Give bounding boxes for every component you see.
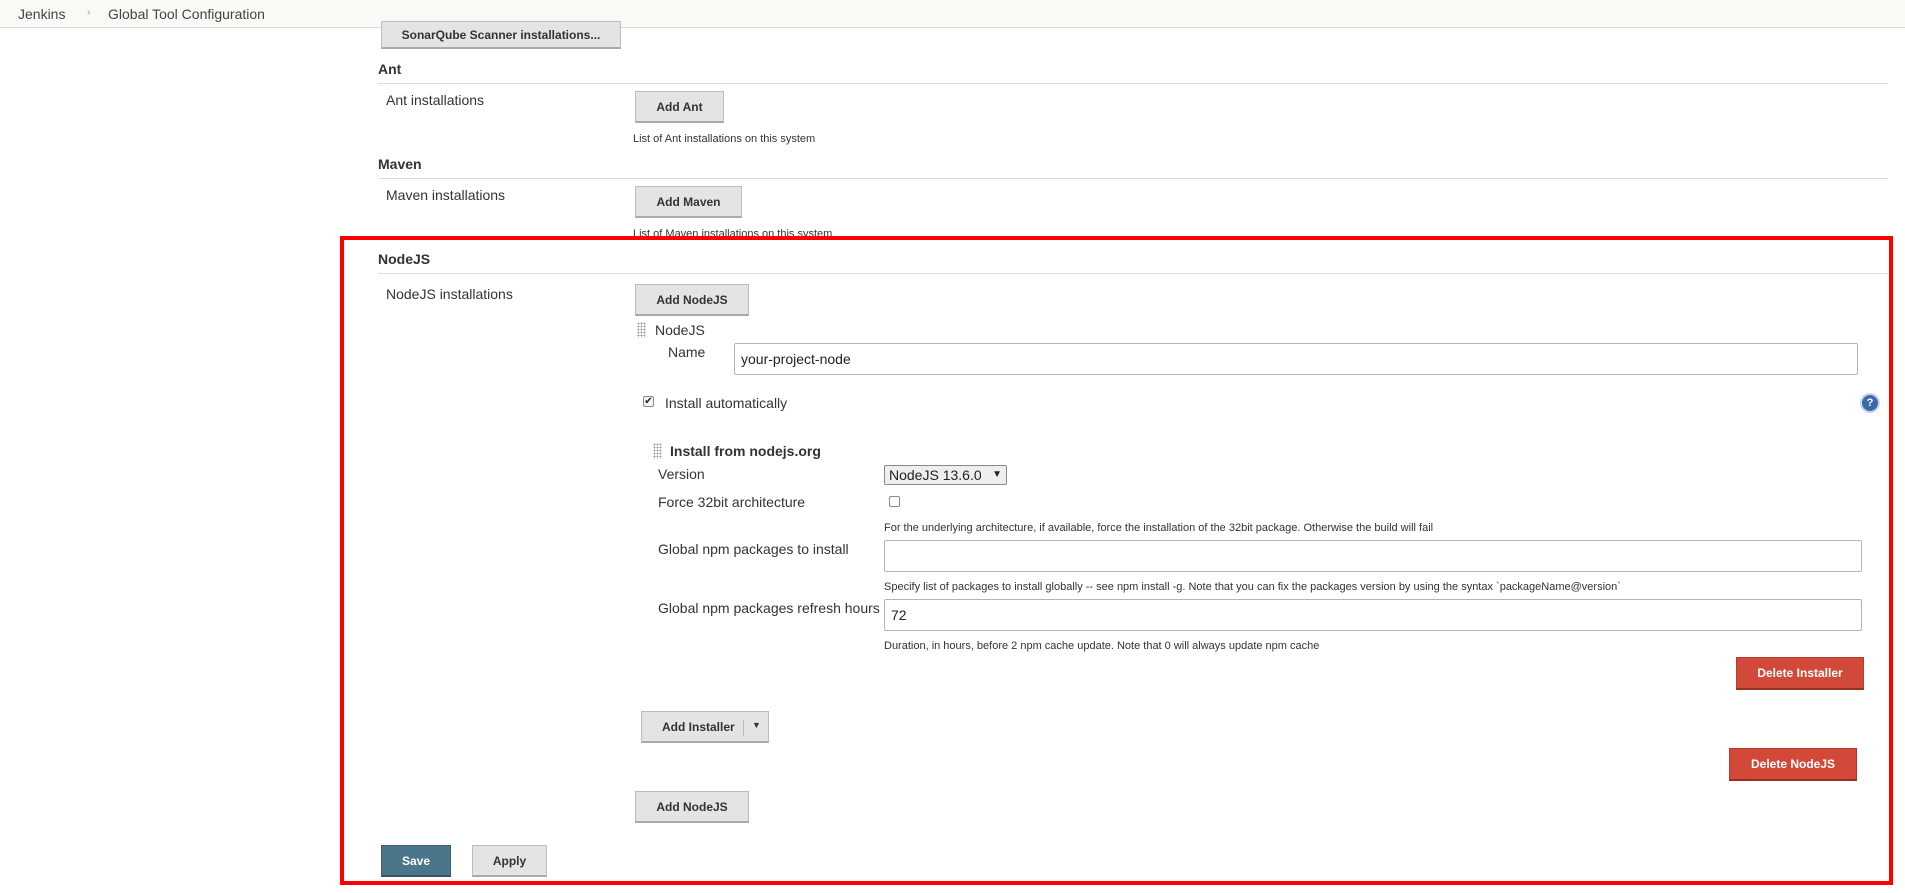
nodejs-section-title: NodeJS (378, 251, 431, 267)
maven-section-title: Maven (378, 156, 422, 172)
npm-packages-label: Global npm packages to install (658, 541, 849, 557)
install-automatically-checkbox[interactable]: ✔ (643, 396, 654, 407)
ant-section-title: Ant (378, 61, 402, 77)
maven-section-divider (378, 178, 1888, 179)
nodejs-item-header: NodeJS (655, 322, 705, 338)
add-installer-label: Add Installer (662, 719, 735, 734)
npm-packages-input[interactable] (884, 540, 1862, 572)
add-nodejs-button-bottom[interactable]: Add NodeJS (635, 791, 749, 823)
dropdown-caret-icon[interactable]: ▼ (752, 720, 761, 730)
force-32bit-description: For the underlying architecture, if avai… (884, 522, 1434, 534)
add-ant-button[interactable]: Add Ant (635, 91, 724, 123)
save-button[interactable]: Save (381, 845, 451, 877)
ant-installations-label: Ant installations (386, 92, 485, 108)
maven-installations-label: Maven installations (386, 187, 506, 203)
version-select-value: NodeJS 13.6.0 (889, 467, 982, 483)
nodejs-name-label: Name (668, 344, 706, 360)
force-32bit-label: Force 32bit architecture (658, 494, 806, 510)
refresh-hours-description: Duration, in hours, before 2 npm cache u… (884, 640, 1320, 652)
apply-button[interactable]: Apply (472, 845, 547, 877)
ant-installations-description: List of Ant installations on this system (633, 133, 816, 145)
version-label: Version (658, 466, 705, 482)
npm-packages-description: Specify list of packages to install glob… (884, 581, 1621, 593)
installer-title: Install from nodejs.org (670, 443, 821, 459)
breadcrumb-global-tool-configuration[interactable]: Global Tool Configuration (108, 6, 265, 22)
delete-installer-button[interactable]: Delete Installer (1736, 657, 1864, 690)
nodejs-installations-label: NodeJS installations (386, 286, 513, 302)
version-select[interactable]: NodeJS 13.6.0 ▼ (884, 465, 1007, 485)
force-32bit-checkbox[interactable] (889, 496, 900, 507)
drag-handle-icon[interactable] (637, 322, 646, 338)
delete-nodejs-button[interactable]: Delete NodeJS (1729, 748, 1857, 781)
install-automatically-label: Install automatically (665, 395, 788, 411)
breadcrumb-separator: › (87, 7, 91, 18)
nodejs-name-input[interactable] (734, 343, 1858, 375)
add-nodejs-button-top[interactable]: Add NodeJS (635, 284, 749, 316)
nodejs-section-divider (378, 273, 1888, 274)
refresh-hours-input[interactable] (884, 599, 1862, 631)
ant-section-divider (378, 83, 1888, 84)
refresh-hours-label: Global npm packages refresh hours (658, 600, 880, 616)
help-icon[interactable]: ? (1862, 395, 1878, 411)
add-maven-button[interactable]: Add Maven (635, 186, 742, 218)
sonarqube-installations-button[interactable]: SonarQube Scanner installations... (381, 21, 621, 49)
dropdown-arrow-icon: ▼ (992, 469, 1002, 480)
installer-drag-handle-icon[interactable] (653, 443, 662, 459)
add-installer-divider (743, 720, 744, 736)
maven-installations-description: List of Maven installations on this syst… (633, 228, 833, 240)
add-installer-button[interactable]: Add Installer ▼ (641, 711, 769, 743)
breadcrumb: Jenkins › Global Tool Configuration (0, 0, 1905, 28)
breadcrumb-jenkins[interactable]: Jenkins (18, 6, 65, 22)
